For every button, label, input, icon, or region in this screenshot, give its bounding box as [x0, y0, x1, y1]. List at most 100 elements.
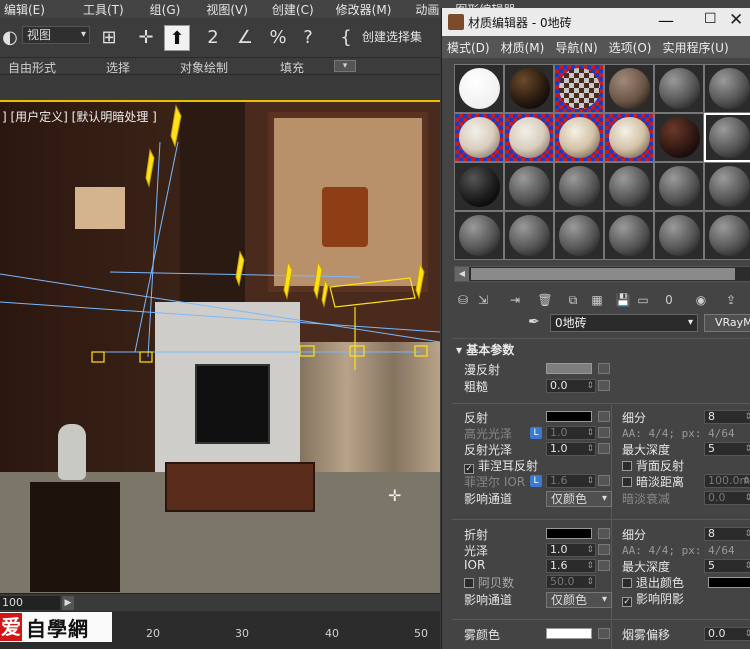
back-reflect-checkbox[interactable]: 背面反射 [622, 457, 684, 474]
frame-counter[interactable]: 100 [0, 596, 60, 610]
material-sample-slot[interactable] [504, 113, 554, 162]
menu-edit[interactable]: 编辑(E) [0, 1, 57, 18]
put-library-icon[interactable]: ▦ [588, 292, 606, 308]
effect-channel-icon[interactable]: ▭ [634, 292, 652, 308]
ior-map-button[interactable] [598, 560, 610, 571]
diffuse-map-button[interactable] [598, 363, 610, 374]
percent-snap-icon[interactable]: % [266, 25, 290, 51]
menu-views[interactable]: 视图(V) [202, 1, 260, 18]
dim-distance-checkbox[interactable]: 暗淡距离 [622, 473, 684, 490]
material-sample-slot[interactable] [554, 113, 604, 162]
eyedropper-icon[interactable]: ✒ [528, 314, 540, 330]
perspective-viewport[interactable]: ] [用户定义] [默认明暗处理 ] ✛ [0, 100, 440, 593]
menu-utilities[interactable]: 实用程序(U) [657, 39, 734, 56]
fog-bias-spinner[interactable]: 0.0 [704, 627, 750, 641]
scroll-thumb[interactable] [471, 268, 735, 280]
hilight-map-button[interactable] [598, 427, 610, 438]
abbe-checkbox[interactable]: 阿贝数 [464, 574, 514, 591]
material-sample-slot[interactable] [554, 64, 604, 113]
delete-icon[interactable]: 🗑 [536, 292, 554, 308]
diffuse-color-swatch[interactable] [546, 363, 592, 374]
gloss-spinner[interactable]: 1.0 [546, 543, 596, 557]
material-sample-slot[interactable] [654, 211, 704, 260]
material-sample-slot[interactable] [454, 64, 504, 113]
viewport-label[interactable]: ] [用户定义] [默认明暗处理 ] [2, 108, 157, 125]
menu-modes[interactable]: 模式(D) [442, 39, 496, 56]
dim-distance-spinner[interactable]: 100.0mm [704, 474, 750, 488]
roughness-spinner[interactable]: 0.0 [546, 379, 596, 393]
show-map-icon[interactable]: ◉ [692, 292, 710, 308]
material-sample-slot[interactable] [604, 211, 654, 260]
affect-shadows-checkbox[interactable]: ✓ 影响阴影 [622, 590, 684, 607]
menu-navigation[interactable]: 导航(N) [550, 39, 603, 56]
rollout-title[interactable]: ▾ 基本参数 [456, 341, 514, 358]
minimize-icon[interactable]: — [658, 11, 674, 30]
ribbon-populate[interactable]: 填充 [280, 59, 304, 76]
snap-2-5-icon[interactable]: 2 [200, 25, 226, 51]
ribbon-object-paint[interactable]: 对象绘制 [180, 59, 228, 76]
spinner-snap-icon[interactable]: ? [296, 25, 320, 51]
time-slider[interactable]: 100 ▶ [0, 593, 440, 611]
menu-options[interactable]: 选项(O) [604, 39, 658, 56]
material-sample-slot[interactable] [604, 113, 654, 162]
slots-scrollbar[interactable]: ◀ [454, 266, 750, 282]
save-icon[interactable]: 💾 [614, 292, 632, 308]
next-frame-icon[interactable]: ▶ [62, 596, 74, 610]
menu-tools[interactable]: 工具(T) [79, 1, 136, 18]
refract-map-button[interactable] [598, 528, 610, 539]
refr-max-depth-spinner[interactable]: 5 [704, 559, 750, 573]
material-sample-slot[interactable] [504, 64, 554, 113]
get-material-icon[interactable]: ⛁ [454, 292, 472, 308]
material-sample-slot[interactable] [454, 113, 504, 162]
menu-group[interactable]: 组(G) [146, 1, 193, 18]
material-sample-slot[interactable] [504, 211, 554, 260]
refract-affect-channels-dropdown[interactable]: 仅颜色 [546, 592, 612, 608]
material-sample-slot[interactable] [654, 162, 704, 211]
make-unique-icon[interactable]: ⧉ [564, 292, 582, 308]
pivot-icon[interactable]: ⊞ [96, 25, 122, 51]
reflect-map-button[interactable] [598, 411, 610, 422]
menu-modifiers[interactable]: 修改器(M) [332, 1, 404, 18]
fresnel-ior-spinner[interactable]: 1.6 [546, 474, 596, 488]
fresnel-checkbox[interactable]: ✓ 菲涅耳反射 [464, 457, 538, 474]
fresnel-ior-map-button[interactable] [598, 475, 610, 486]
select-manipulate-icon[interactable]: ⬆ [164, 25, 190, 51]
snap-icon[interactable]: ◐ [0, 25, 20, 51]
material-sample-slot[interactable] [654, 113, 704, 162]
material-sample-slot[interactable] [704, 113, 750, 162]
refract-subdivs-spinner[interactable]: 8 [704, 527, 750, 541]
material-sample-slot[interactable] [454, 211, 504, 260]
abbe-spinner[interactable]: 50.0 [546, 575, 596, 589]
material-sample-slot[interactable] [554, 162, 604, 211]
roughness-map-button[interactable] [598, 380, 610, 391]
refract-color-swatch[interactable] [546, 528, 592, 539]
scroll-left-icon[interactable]: ◀ [455, 267, 469, 281]
lock-l-icon[interactable]: L [530, 475, 542, 487]
refl-gloss-spinner[interactable]: 1.0 [546, 442, 596, 456]
go-to-parent-icon[interactable]: ⇪ [722, 292, 740, 308]
material-sample-slot[interactable] [704, 211, 750, 260]
reference-coord-dropdown[interactable]: 视图 [22, 26, 90, 44]
material-sample-slot[interactable] [454, 162, 504, 211]
ribbon-selection[interactable]: 选择 [106, 59, 130, 76]
exit-color-checkbox[interactable]: 退出颜色 [622, 574, 684, 591]
menu-material[interactable]: 材质(M) [496, 39, 551, 56]
ribbon-freeform[interactable]: 自由形式 [8, 59, 56, 76]
refl-max-depth-spinner[interactable]: 5 [704, 442, 750, 456]
hilight-gloss-spinner[interactable]: 1.0 [546, 426, 596, 440]
edit-named-selection-icon[interactable]: { [334, 25, 358, 51]
ribbon-dropdown-icon[interactable]: ▾ [334, 60, 356, 72]
fog-color-swatch[interactable] [546, 628, 592, 639]
lock-l-icon[interactable]: L [530, 427, 542, 439]
material-editor-titlebar[interactable]: 材质编辑器 - 0地砖 — ☐ ✕ [442, 8, 750, 36]
maximize-icon[interactable]: ☐ [704, 11, 717, 27]
angle-snap-icon[interactable]: ∠ [232, 25, 258, 51]
material-id-icon[interactable]: 0 [660, 292, 678, 308]
exit-color-swatch[interactable] [708, 577, 750, 588]
reflect-affect-channels-dropdown[interactable]: 仅颜色 [546, 491, 612, 507]
material-sample-slot[interactable] [554, 211, 604, 260]
assign-to-selection-icon[interactable]: ⇥ [506, 292, 524, 308]
ior-spinner[interactable]: 1.6 [546, 559, 596, 573]
material-sample-slot[interactable] [654, 64, 704, 113]
fog-color-map-button[interactable] [598, 628, 610, 639]
